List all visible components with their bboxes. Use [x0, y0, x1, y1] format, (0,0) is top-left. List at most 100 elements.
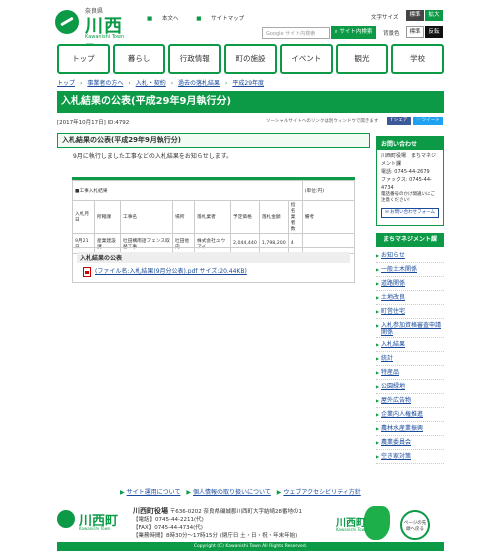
side-section-heading: まちマネジメント課 — [376, 233, 444, 247]
nav-admin[interactable]: 行政情報 — [168, 44, 222, 74]
footer-hours: 【業務時間】8時30分〜17時15分 (閉庁日 土・日・祝・年末年始) — [133, 533, 298, 539]
header-links: ■ 本文へ ■ サイトマップ — [147, 14, 260, 22]
footer-link-privacy[interactable]: 個人情報の取り扱いについて — [193, 489, 271, 496]
footer-office: 川西町役場 — [133, 507, 168, 515]
page-date-id: [2017年10月17日] ID:4792 — [57, 120, 130, 126]
nav-events[interactable]: イベント — [279, 44, 333, 74]
results-table: ■工事入札結果 (単位:円) 入札月日 所轄課 工事名 場所 落札業者 予定価格… — [72, 177, 356, 254]
facebook-share-button[interactable]: f シェア — [387, 117, 411, 125]
footer-postal-address: 〒636-0202 奈良県磯城郡川西町大字結崎28番地の1 — [169, 509, 302, 515]
chevron-right-icon: ▶ — [186, 489, 191, 496]
chevron-right-icon: ▶ — [276, 489, 282, 496]
attachment-heading: 入札結果の公表 — [77, 252, 350, 263]
pdf-link-label[interactable]: (ファイル名:入札結果(9月分公表).pdf サイズ:20.44KB) — [95, 268, 247, 275]
nav-facilities[interactable]: 町の施設 — [224, 44, 277, 74]
nav-school[interactable]: 学校 — [391, 44, 445, 74]
nav-tourism[interactable]: 観光 — [335, 44, 389, 74]
table-header-cell: 落札業者 — [194, 200, 231, 234]
contact-department: 川西町役場 まちマネジメント課 — [381, 153, 437, 167]
chevron-right-icon: › — [128, 80, 131, 87]
footer-town-roman: Kawanishi Town — [79, 526, 111, 531]
side-item[interactable]: 特産品 — [376, 366, 444, 380]
bg-inverted-button[interactable]: 反転 — [425, 26, 443, 38]
table-caption: ■工事入札結果 — [72, 180, 303, 201]
link-main-content[interactable]: ■ 本文へ — [147, 16, 186, 22]
bg-color-label: 背景色 — [383, 31, 400, 37]
contact-note: 電話番号のかけ間違いにご注意ください! — [381, 192, 435, 203]
nav-living[interactable]: 暮らし — [112, 44, 166, 74]
table-header-cell: 予定価格 — [230, 200, 260, 234]
search-icon: ⌕ — [334, 29, 338, 35]
side-menu: お知らせ 一般土木関係 道路関係 土地改良 町営住宅 入札参加資格審査申請関係 … — [376, 249, 444, 464]
pdf-link[interactable]: (ファイル名:入札結果(9月分公表).pdf サイズ:20.44KB) — [83, 266, 247, 277]
footer-fax: 【FAX】0745-44-4734(代) — [133, 525, 203, 531]
side-item[interactable]: 農業委員会 — [376, 436, 444, 450]
table-header-row: 入札月日 所轄課 工事名 場所 落札業者 予定価格 落札金額 指名業者数 備考 — [72, 200, 356, 234]
breadcrumb-past-results[interactable]: 過去の落札結果 — [178, 80, 220, 87]
side-item[interactable]: 空き家対策 — [376, 450, 444, 464]
footer-link-site-policy[interactable]: サイト運用について — [127, 489, 181, 496]
town-map-logo: 川西町 Kawanishi Town — [336, 506, 391, 540]
contact-fax: ファックス: 0745-44-4734 — [381, 177, 432, 191]
side-item[interactable]: 入札結果 — [376, 338, 444, 352]
back-to-top-button[interactable]: ページの先頭へ戻る — [400, 510, 430, 540]
side-item[interactable]: 統計 — [376, 352, 444, 366]
side-item[interactable]: 農林水産業振興 — [376, 422, 444, 436]
footer-tel: 【電話】0745-44-2211(代) — [133, 517, 204, 523]
square-icon: ■ — [147, 16, 153, 22]
side-item[interactable]: 町営住宅 — [376, 305, 444, 319]
table-header-cell: 入札月日 — [72, 200, 95, 234]
table-header-cell: 備考 — [301, 200, 356, 234]
table-header-cell: 落札金額 — [258, 200, 289, 234]
footer-link-accessibility[interactable]: ウェブアクセシビリティ方針 — [283, 489, 360, 496]
font-size-standard-button[interactable]: 標準 — [406, 10, 424, 21]
search-button[interactable]: ⌕ サイト内検索 — [331, 26, 376, 39]
contact-form-button[interactable]: ✉ お問い合わせフォーム — [381, 208, 439, 218]
town-map-icon — [364, 506, 390, 540]
table-caption-row: ■工事入札結果 (単位:円) — [72, 180, 356, 201]
town-logo[interactable]: 奈良県 川西町 Kawanishi Town — [55, 4, 135, 63]
chevron-right-icon: › — [80, 80, 83, 87]
square-icon: ■ — [196, 16, 202, 22]
town-roman: Kawanishi Town — [85, 34, 125, 40]
twitter-share-button[interactable]: 🐦ツイート — [413, 117, 443, 125]
table-header-cell: 工事名 — [120, 200, 173, 234]
contact-heading: お問い合わせ — [377, 137, 443, 150]
social-window-note: ソーシャルサイトへのリンクは別ウィンドウで開きます — [266, 119, 379, 124]
breadcrumb-h29[interactable]: 平成29年度 — [232, 80, 264, 87]
bg-standard-button[interactable]: 標準 — [406, 26, 424, 38]
leaf-logo-icon — [55, 10, 79, 34]
font-size-label: 文字サイズ — [371, 15, 399, 21]
global-nav: トップ 暮らし 行政情報 町の施設 イベント 観光 学校 — [57, 44, 445, 74]
attachment-box: 入札結果の公表 (ファイル名:入札結果(9月分公表).pdf サイズ:20.44… — [72, 247, 355, 283]
lead-text: 9月に執行しました工事などの入札結果をお知らせします。 — [73, 153, 233, 160]
footer-links: ▶ サイト運用について ▶ 個人情報の取り扱いについて ▶ ウェブアクセシビリティ方針 — [120, 487, 365, 496]
side-item[interactable]: 土地改良 — [376, 291, 444, 305]
table-header-cell: 指名業者数 — [287, 200, 303, 234]
mail-icon: ✉ — [384, 210, 389, 215]
contact-box: お問い合わせ 川西町役場 まちマネジメント課 電話: 0745-44-2679 … — [376, 136, 444, 226]
breadcrumb-top[interactable]: トップ — [57, 80, 75, 87]
link-sitemap[interactable]: ■ サイトマップ — [196, 16, 252, 22]
side-item[interactable]: お知らせ — [376, 249, 444, 263]
search-input[interactable]: Google サイト内検索 — [262, 27, 330, 39]
side-item[interactable]: 道路関係 — [376, 277, 444, 291]
side-item[interactable]: 一般土木関係 — [376, 263, 444, 277]
facebook-icon: f — [390, 118, 393, 123]
nav-top[interactable]: トップ — [57, 44, 110, 74]
side-item[interactable]: 入札参加資格審査申請関係 — [376, 319, 444, 338]
footer-address: 川西町役場 〒636-0202 奈良県磯城郡川西町大字結崎28番地の1 【電話】… — [133, 507, 318, 540]
font-size-large-button[interactable]: 拡大 — [425, 10, 443, 21]
breadcrumb-business[interactable]: 事業者の方へ — [87, 80, 123, 87]
side-item[interactable]: 企業内人権推進 — [376, 408, 444, 422]
breadcrumb: トップ › 事業者の方へ › 入札・契約 › 過去の落札結果 › 平成29年度 — [57, 78, 266, 87]
copyright: Copyright (C) Kawanishi Town All Rights … — [57, 542, 444, 551]
page-title: 入札結果の公表(平成29年9月執行分) — [57, 91, 444, 113]
side-item[interactable]: 公園緑地 — [376, 380, 444, 394]
side-item[interactable]: 屋外広告物 — [376, 394, 444, 408]
breadcrumb-bidding[interactable]: 入札・契約 — [136, 80, 166, 87]
site-header: 奈良県 川西町 Kawanishi Town ■ 本文へ ■ サイトマップ Go… — [55, 0, 445, 63]
section-heading: 入札結果の公表(平成29年9月執行分) — [57, 133, 370, 148]
chevron-right-icon: › — [225, 80, 228, 87]
contact-phone: 電話: 0745-44-2679 — [381, 169, 430, 175]
